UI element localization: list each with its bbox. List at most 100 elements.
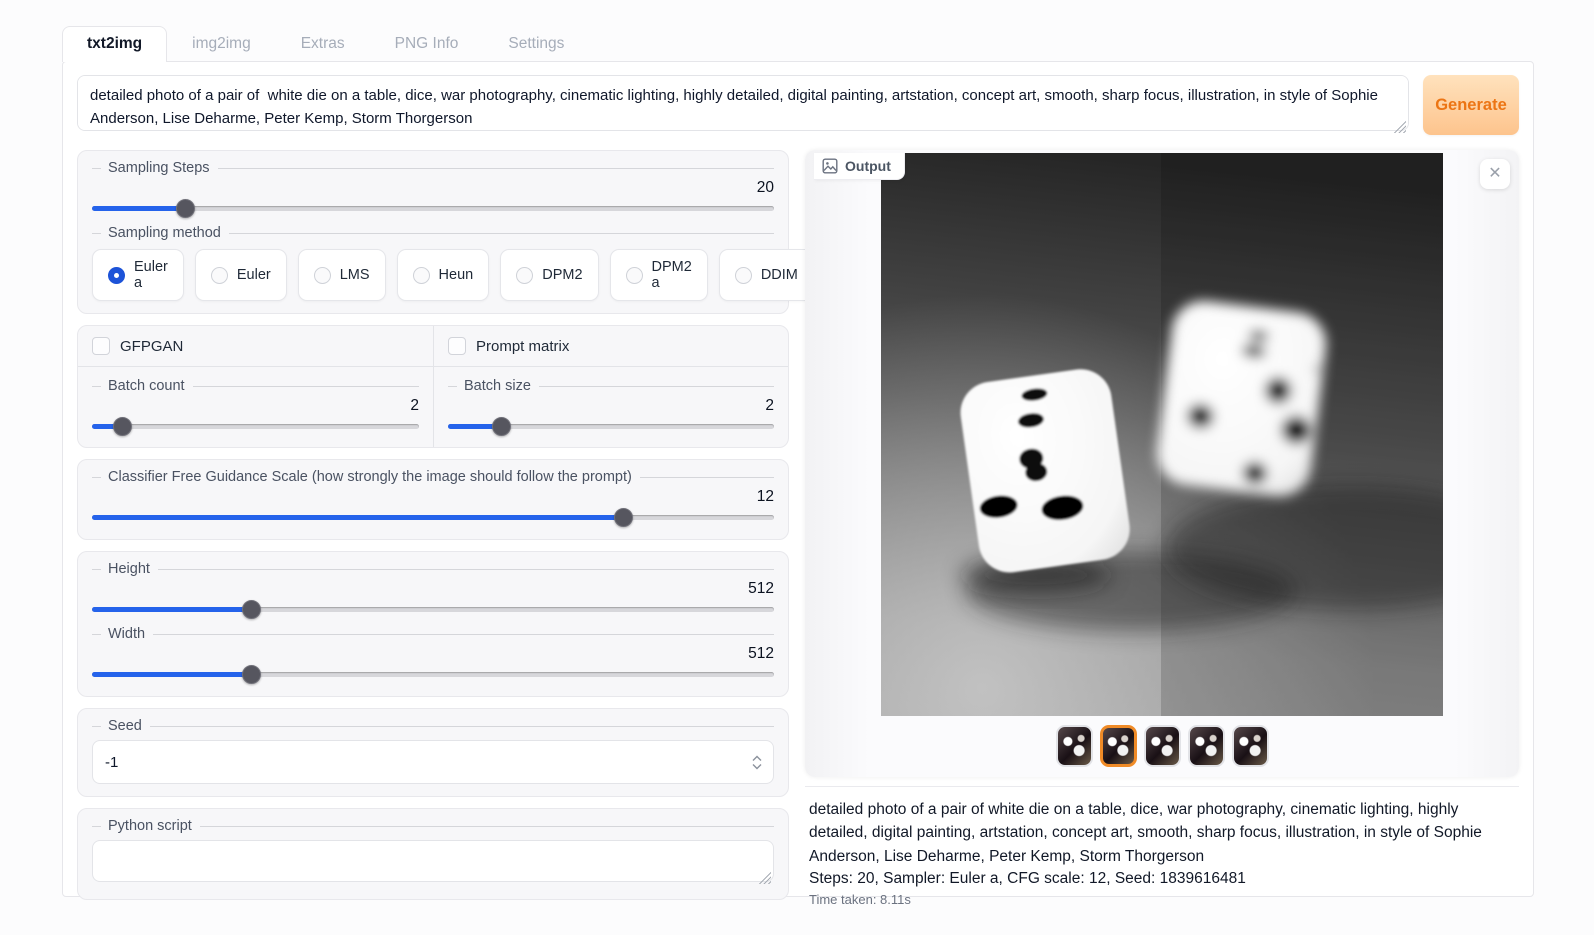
batch-size-cell: Batch size 2	[433, 367, 788, 447]
output-info: detailed photo of a pair of white die on…	[805, 786, 1519, 907]
image-icon	[822, 158, 838, 174]
tab-png-info[interactable]: PNG Info	[370, 26, 484, 61]
output-gallery: Output ✕	[805, 150, 1519, 777]
gfpgan-checkbox[interactable]	[92, 337, 110, 355]
width-slider[interactable]	[92, 664, 774, 684]
prompt-matrix-cell: Prompt matrix	[433, 326, 788, 367]
chevron-up-icon	[752, 755, 762, 762]
close-icon[interactable]: ✕	[1480, 159, 1510, 189]
slider-fill	[92, 515, 623, 520]
script-input[interactable]	[92, 840, 774, 882]
gallery-thumbnails	[805, 725, 1519, 767]
cfg-slider[interactable]	[92, 507, 774, 527]
batch-count-cell: Batch count 2	[78, 367, 433, 447]
seed-input[interactable]	[92, 740, 774, 784]
settings-column: Sampling Steps 20 Sampling method Euler …	[77, 150, 789, 907]
slider-fill	[92, 206, 185, 211]
slider-thumb[interactable]	[113, 417, 132, 436]
gallery-thumbnail[interactable]	[1188, 725, 1225, 767]
tab-extras[interactable]: Extras	[276, 26, 370, 61]
height-value: 512	[92, 579, 774, 599]
sampling-steps-slider[interactable]	[92, 198, 774, 218]
prompt-matrix-label: Prompt matrix	[476, 338, 569, 355]
generate-button[interactable]: Generate	[1423, 75, 1519, 135]
slider-thumb[interactable]	[176, 199, 195, 218]
app-page: txt2img img2img Extras PNG Info Settings…	[0, 0, 1594, 897]
slider-fill	[92, 672, 251, 677]
prompt-input[interactable]: detailed photo of a pair of white die on…	[77, 75, 1409, 131]
sampling-method-group: Euler a Euler LMS Heun DPM2 DPM2 a DDIM …	[92, 249, 774, 301]
slider-thumb[interactable]	[492, 417, 511, 436]
radio-label: Euler	[237, 267, 271, 283]
radio-heun[interactable]: Heun	[397, 249, 490, 301]
prompt-row: detailed photo of a pair of white die on…	[77, 75, 1519, 136]
batch-size-slider[interactable]	[448, 416, 774, 436]
script-resize-handle[interactable]	[759, 872, 771, 884]
gfpgan-label: GFPGAN	[120, 338, 183, 355]
slider-thumb[interactable]	[614, 508, 633, 527]
radio-label: Euler a	[134, 259, 168, 291]
tab-bar: txt2img img2img Extras PNG Info Settings	[62, 25, 1534, 61]
gallery-thumbnail[interactable]	[1144, 725, 1181, 767]
script-label: Python script	[92, 818, 774, 834]
batch-count-value: 2	[92, 396, 419, 416]
script-panel: Python script	[77, 808, 789, 900]
gfpgan-checkbox-item[interactable]: GFPGAN	[92, 337, 419, 355]
width-label: Width	[92, 626, 774, 642]
options-batch-panel: GFPGAN Prompt matrix Batch count 2	[77, 325, 789, 448]
seed-spinner[interactable]	[747, 750, 767, 774]
radio-label: DPM2 a	[652, 259, 692, 291]
slider-thumb[interactable]	[242, 665, 261, 684]
gallery-thumbnail[interactable]	[1232, 725, 1269, 767]
cfg-label: Classifier Free Guidance Scale (how stro…	[92, 469, 774, 485]
output-caption: detailed photo of a pair of white die on…	[809, 798, 1509, 868]
sampling-method-label: Sampling method	[92, 225, 774, 241]
radio-icon	[314, 267, 331, 284]
script-box	[92, 840, 774, 887]
tab-settings[interactable]: Settings	[483, 26, 589, 61]
txt2img-panel: detailed photo of a pair of white die on…	[62, 61, 1534, 897]
tab-txt2img[interactable]: txt2img	[62, 26, 167, 62]
batch-count-slider[interactable]	[92, 416, 419, 436]
output-params: Steps: 20, Sampler: Euler a, CFG scale: …	[809, 870, 1515, 888]
output-label: Output	[845, 158, 891, 174]
radio-dpm2[interactable]: DPM2	[500, 249, 598, 301]
prompt-matrix-checkbox[interactable]	[448, 337, 466, 355]
seed-box	[92, 740, 774, 784]
radio-ddim[interactable]: DDIM	[719, 249, 814, 301]
output-time-taken: Time taken: 8.11s	[809, 892, 1515, 907]
batch-count-label: Batch count	[92, 378, 419, 394]
slider-track[interactable]	[92, 424, 419, 429]
radio-label: DPM2	[542, 267, 582, 283]
radio-euler-a[interactable]: Euler a	[92, 249, 184, 301]
radio-icon	[516, 267, 533, 284]
seed-label: Seed	[92, 718, 774, 734]
radio-dpm2-a[interactable]: DPM2 a	[610, 249, 708, 301]
gallery-thumbnail[interactable]	[1100, 725, 1137, 767]
slider-thumb[interactable]	[242, 600, 261, 619]
height-label: Height	[92, 561, 774, 577]
prompt-resize-handle[interactable]	[1394, 121, 1406, 133]
radio-icon	[413, 267, 430, 284]
gfpgan-cell: GFPGAN	[78, 326, 433, 367]
generated-image[interactable]	[881, 153, 1443, 716]
sampling-panel: Sampling Steps 20 Sampling method Euler …	[77, 150, 789, 314]
radio-lms[interactable]: LMS	[298, 249, 386, 301]
output-chip: Output	[814, 153, 905, 180]
batch-size-label: Batch size	[448, 378, 774, 394]
height-slider[interactable]	[92, 599, 774, 619]
radio-euler[interactable]: Euler	[195, 249, 287, 301]
prompt-matrix-checkbox-item[interactable]: Prompt matrix	[448, 337, 774, 355]
batch-size-value: 2	[448, 396, 774, 416]
radio-icon	[211, 267, 228, 284]
radio-label: Heun	[439, 267, 474, 283]
radio-icon	[735, 267, 752, 284]
tab-img2img[interactable]: img2img	[167, 26, 276, 61]
radio-label: DDIM	[761, 267, 798, 283]
prompt-wrap: detailed photo of a pair of white die on…	[77, 75, 1409, 136]
cfg-value: 12	[92, 487, 774, 507]
gallery-thumbnail[interactable]	[1056, 725, 1093, 767]
radio-icon	[108, 267, 125, 284]
radio-icon	[626, 267, 643, 284]
seed-panel: Seed	[77, 708, 789, 797]
